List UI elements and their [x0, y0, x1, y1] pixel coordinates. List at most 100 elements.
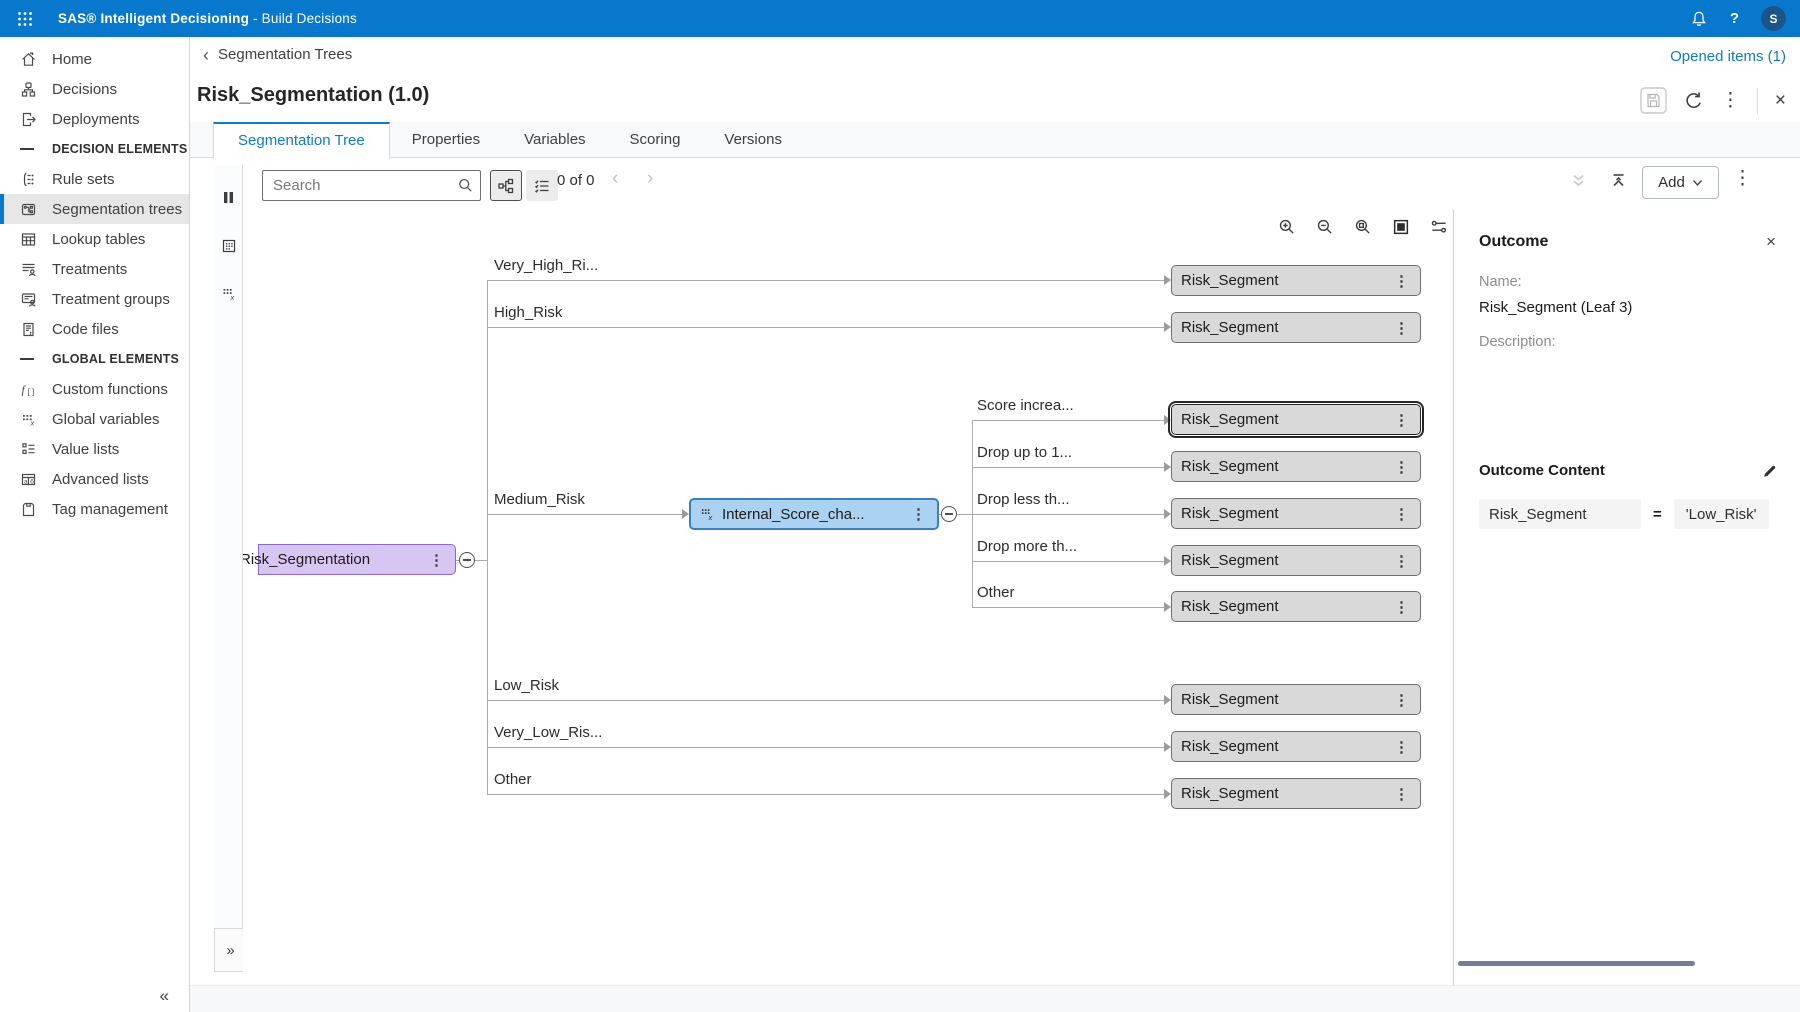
node-kebab-icon[interactable]: ⋮	[1389, 785, 1414, 803]
sidebar-item-treatment-groups[interactable]: Treatment groups	[0, 284, 189, 314]
avatar[interactable]: S	[1761, 6, 1786, 31]
collapse-branch-toggle[interactable]	[941, 506, 957, 522]
node-kebab-icon[interactable]: ⋮	[1389, 272, 1414, 290]
tab-segmentation-tree[interactable]: Segmentation Tree	[213, 122, 390, 159]
list-view-toggle[interactable]	[526, 170, 558, 201]
toolbar-kebab-icon[interactable]: ⋮	[1733, 169, 1752, 189]
sidebar-item-home[interactable]: Home	[0, 44, 189, 74]
internal-node-internal-score-change[interactable]: x Internal_Score_cha... ⋮	[689, 498, 939, 530]
tab-variables[interactable]: Variables	[502, 122, 607, 157]
collapse-all-icon[interactable]	[1610, 172, 1627, 189]
add-button[interactable]: Add	[1642, 166, 1719, 199]
sidebar-item-custom-functions[interactable]: f[ ] Custom functions	[0, 374, 189, 404]
overview-minimap-icon[interactable]	[1392, 218, 1410, 236]
sidebar-item-treatments[interactable]: Treatments	[0, 254, 189, 284]
save-button[interactable]	[1640, 87, 1667, 114]
zoom-out-icon[interactable]	[1316, 218, 1334, 236]
node-kebab-icon[interactable]: ⋮	[1389, 552, 1414, 570]
opened-items-link[interactable]: Opened items (1)	[1670, 48, 1786, 65]
tab-versions[interactable]: Versions	[702, 122, 804, 157]
decisions-icon	[20, 81, 38, 98]
sidebar-item-label: Rule sets	[52, 171, 115, 188]
connector-line	[972, 561, 1164, 562]
node-kebab-icon[interactable]: ⋮	[906, 505, 931, 523]
search-input[interactable]	[262, 170, 481, 201]
leaf-node-risk-segment[interactable]: Risk_Segment⋮	[1171, 498, 1421, 529]
node-kebab-icon[interactable]: ⋮	[1389, 505, 1414, 523]
sidebar-section-label: GLOBAL ELEMENTS	[52, 352, 179, 366]
data-grid-icon[interactable]	[214, 231, 243, 261]
zoom-in-icon[interactable]	[1278, 218, 1296, 236]
tab-properties[interactable]: Properties	[390, 122, 502, 157]
zoom-fit-icon[interactable]	[1354, 218, 1372, 236]
more-actions-kebab-icon[interactable]: ⋮	[1721, 91, 1740, 111]
sidebar-item-tag-management[interactable]: Tag management	[0, 494, 189, 524]
sidebar-item-deployments[interactable]: Deployments	[0, 104, 189, 134]
page-title: Risk_Segmentation (1.0)	[197, 84, 429, 107]
panel-close-icon[interactable]: ×	[1766, 232, 1776, 252]
tree-view-icon	[497, 177, 515, 195]
leaf-node-risk-segment[interactable]: Risk_Segment⋮	[1171, 591, 1421, 622]
svg-text:x: x	[707, 513, 712, 522]
leaf-node-risk-segment[interactable]: Risk_Segment ⋮	[1171, 684, 1421, 715]
arrowhead	[1164, 415, 1171, 425]
leaf-node-risk-segment[interactable]: Risk_Segment⋮	[1171, 545, 1421, 576]
node-label: Risk_Segment	[1181, 411, 1279, 428]
deployments-icon	[20, 111, 38, 128]
sidebar-item-value-lists[interactable]: Value lists	[0, 434, 189, 464]
svg-text:6: 6	[30, 478, 34, 485]
node-kebab-icon[interactable]: ⋮	[1389, 411, 1414, 429]
sidebar: Home Decisions Deployments DECISION ELEM…	[0, 37, 190, 1012]
sidebar-item-rule-sets[interactable]: Rule sets	[0, 164, 189, 194]
sidebar-item-code-files[interactable]: Code files	[0, 314, 189, 344]
collapse-branch-toggle[interactable]	[459, 552, 475, 568]
leaf-node-risk-segment-selected[interactable]: Risk_Segment ⋮	[1171, 404, 1421, 435]
arrowhead	[1164, 322, 1171, 332]
previous-result-icon[interactable]: ‹	[612, 168, 618, 190]
next-result-icon[interactable]: ›	[647, 168, 653, 190]
node-label: Risk_Segment	[1181, 691, 1279, 708]
notifications-bell-icon[interactable]	[1690, 10, 1708, 28]
leaf-node-risk-segment[interactable]: Risk_Segment⋮	[1171, 778, 1421, 809]
sidebar-item-label: Code files	[52, 321, 119, 338]
node-kebab-icon[interactable]: ⋮	[1389, 738, 1414, 756]
branch-label-sub-other: Other	[977, 584, 1015, 601]
brand-suffix: - Build Decisions	[249, 11, 357, 26]
node-kebab-icon[interactable]: ⋮	[1389, 319, 1414, 337]
leaf-node-risk-segment[interactable]: Risk_Segment⋮	[1171, 731, 1421, 762]
node-kebab-icon[interactable]: ⋮	[1389, 598, 1414, 616]
tab-scoring[interactable]: Scoring	[608, 122, 703, 157]
horizontal-scrollbar[interactable]	[1458, 961, 1695, 966]
arrowhead	[682, 509, 689, 519]
sidebar-section-decision-elements: DECISION ELEMENTS	[0, 134, 189, 164]
branch-label-drop-more-than: Drop more th...	[977, 538, 1077, 555]
help-icon[interactable]: ?	[1730, 10, 1739, 27]
expand-all-icon[interactable]	[1570, 172, 1587, 189]
node-kebab-icon[interactable]: ⋮	[1389, 458, 1414, 476]
section-dash-icon	[20, 358, 37, 360]
leaf-node-risk-segment[interactable]: Risk_Segment⋮	[1171, 265, 1421, 296]
sidebar-item-decisions[interactable]: Decisions	[0, 74, 189, 104]
leaf-node-risk-segment[interactable]: Risk_Segment⋮	[1171, 451, 1421, 482]
tree-view-toggle[interactable]	[490, 170, 522, 201]
back-chevron-icon[interactable]: ‹	[203, 48, 209, 62]
node-kebab-icon[interactable]: ⋮	[424, 551, 449, 569]
refresh-icon[interactable]	[1684, 91, 1704, 111]
leaf-node-risk-segment[interactable]: Risk_Segment⋮	[1171, 312, 1421, 343]
root-node-risk-segmentation[interactable]: Risk_Segmentation ⋮	[258, 544, 456, 575]
close-icon[interactable]: ×	[1775, 91, 1786, 111]
sidebar-item-segmentation-trees[interactable]: Segmentation trees	[0, 194, 189, 224]
segmentation-tree-canvas[interactable]: Very_High_Ri... High_Risk Medium_Risk Lo…	[243, 210, 1453, 985]
edit-pencil-icon[interactable]	[1762, 463, 1778, 479]
layout-options-icon[interactable]	[1430, 218, 1448, 236]
sidebar-item-advanced-lists[interactable]: a6 Advanced lists	[0, 464, 189, 494]
panel-columns-icon[interactable]	[214, 182, 243, 212]
breadcrumb-link[interactable]: Segmentation Trees	[218, 46, 352, 63]
variables-panel-icon[interactable]: x	[214, 279, 243, 309]
app-switcher-icon[interactable]	[12, 6, 38, 32]
sidebar-item-lookup-tables[interactable]: Lookup tables	[0, 224, 189, 254]
sidebar-collapse-icon[interactable]: «	[160, 986, 169, 1006]
outcome-panel: Outcome × Name: Risk_Segment (Leaf 3) De…	[1453, 210, 1800, 985]
sidebar-item-global-variables[interactable]: x Global variables	[0, 404, 189, 434]
node-kebab-icon[interactable]: ⋮	[1389, 691, 1414, 709]
